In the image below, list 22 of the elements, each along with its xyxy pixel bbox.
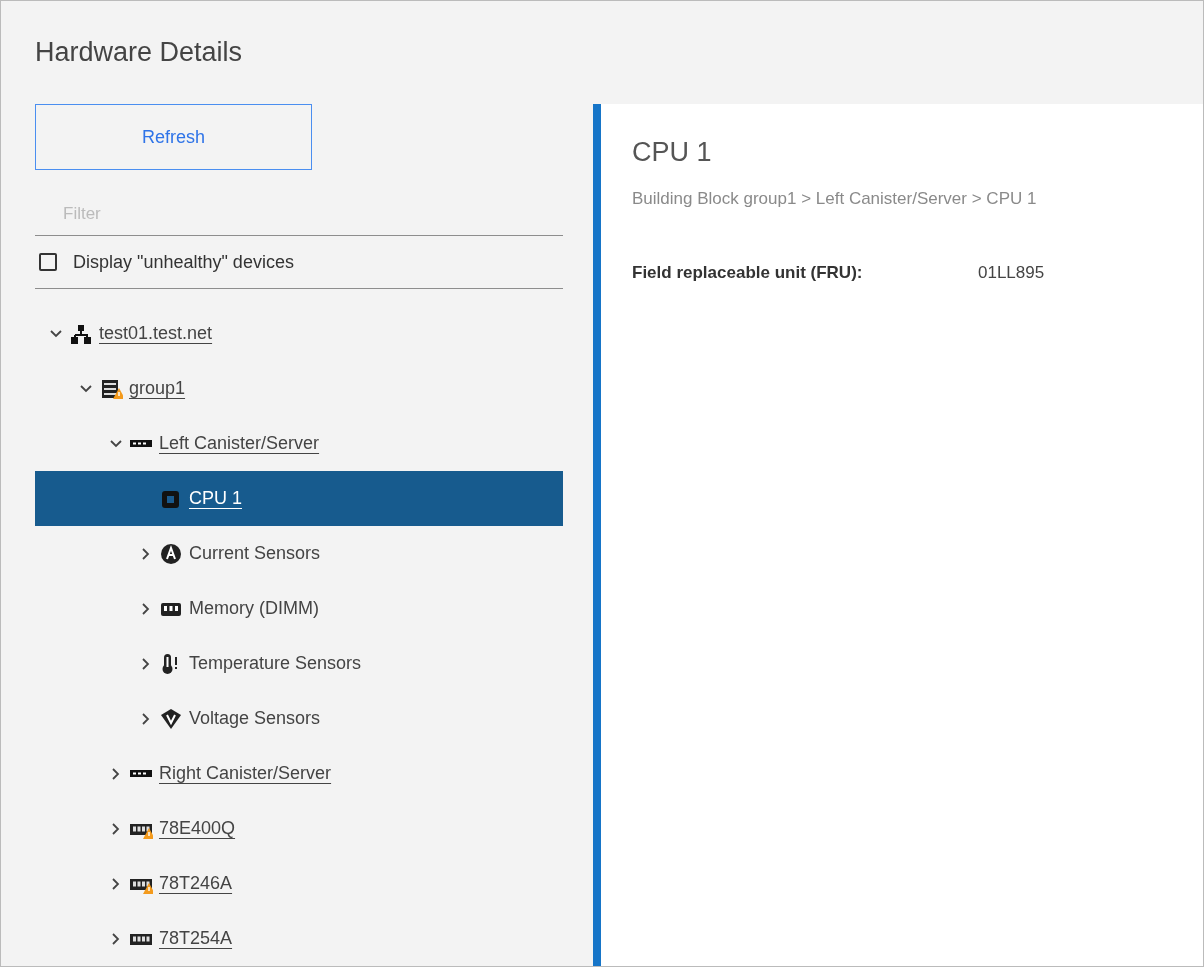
tree-link[interactable]: Left Canister/Server bbox=[159, 430, 320, 457]
tree-link[interactable]: Right Canister/Server bbox=[159, 760, 332, 787]
tree-link[interactable]: 78T246A bbox=[159, 870, 233, 897]
field-value: 01LL895 bbox=[978, 261, 1045, 284]
page-title: Hardware Details bbox=[35, 36, 243, 69]
checkbox-label: Display "unhealthy" devices bbox=[73, 250, 294, 274]
tree-link[interactable]: 78E400Q bbox=[159, 815, 236, 842]
tree-link[interactable]: 78T254A bbox=[159, 925, 233, 952]
field-label: Field replaceable unit (FRU): bbox=[632, 261, 864, 284]
refresh-button[interactable]: Refresh bbox=[35, 104, 312, 171]
tree-link[interactable]: group1 bbox=[129, 375, 186, 402]
selected-row[interactable]: CPU 1 bbox=[35, 471, 563, 526]
tree-item-label[interactable]: Voltage Sensors bbox=[189, 705, 321, 732]
checkbox[interactable] bbox=[39, 253, 57, 272]
detail-title: CPU 1 bbox=[632, 136, 713, 169]
tree-item-label[interactable]: Temperature Sensors bbox=[189, 650, 362, 677]
tree-link[interactable]: test01.test.net bbox=[99, 320, 213, 347]
tree-item-label[interactable]: Current Sensors bbox=[189, 540, 321, 567]
breadcrumb: Building Block group1 > Left Canister/Server > CPU 1 bbox=[632, 188, 1038, 210]
filter-field[interactable]: Filter bbox=[35, 192, 563, 237]
tree-item-label[interactable]: Memory (DIMM) bbox=[189, 595, 319, 622]
tree-link[interactable]: CPU 1 bbox=[189, 485, 242, 512]
